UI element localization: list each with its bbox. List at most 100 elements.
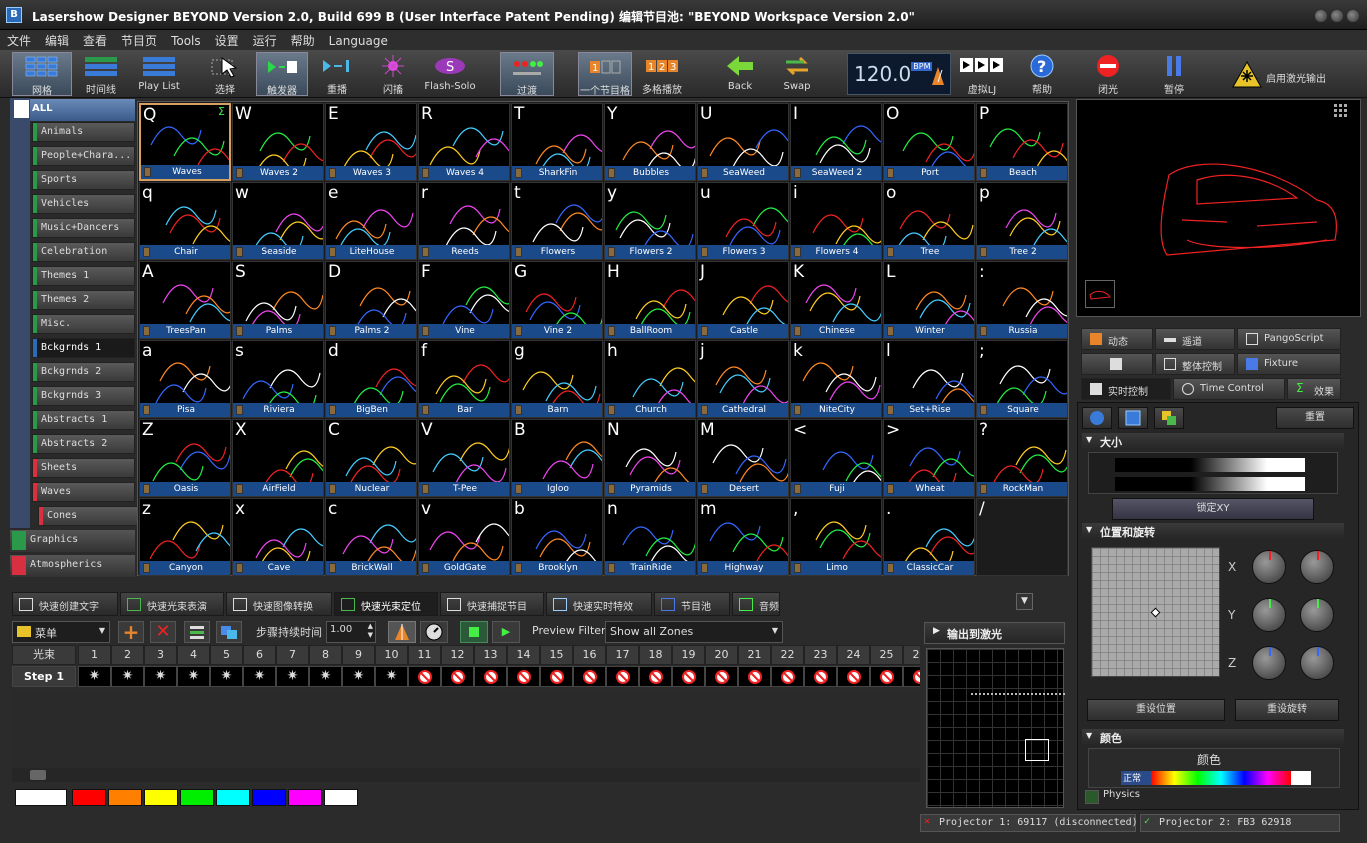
beam-step-cell[interactable] xyxy=(903,666,920,687)
minimize-button[interactable] xyxy=(1315,10,1327,22)
beam-step-cell[interactable] xyxy=(738,666,771,687)
cue-cell[interactable]: z Canyon xyxy=(139,498,231,576)
beam-step-cell[interactable]: ✷ xyxy=(177,666,210,687)
cue-cell[interactable]: < Fuji xyxy=(790,419,882,497)
blackout-button[interactable]: 闭光 xyxy=(1086,52,1130,96)
timer-icon[interactable] xyxy=(420,621,448,643)
playlist-button[interactable]: Play List xyxy=(130,52,188,96)
menu-tools[interactable]: Tools xyxy=(164,32,208,50)
menu-language[interactable]: Language xyxy=(322,32,395,50)
cue-cell[interactable]: T SharkFin xyxy=(511,103,603,181)
fade-button[interactable]: 过渡 xyxy=(500,52,554,97)
cue-cell[interactable]: h Church xyxy=(604,340,696,418)
cue-cell[interactable]: M Desert xyxy=(697,419,789,497)
category-item[interactable]: Animals xyxy=(32,122,135,142)
beam-step-cell[interactable]: ✷ xyxy=(276,666,309,687)
bottom-tab[interactable]: 节目池 xyxy=(654,592,730,616)
tab-document[interactable] xyxy=(1081,353,1153,375)
category-item[interactable]: Abstracts 1 xyxy=(32,410,135,430)
cue-cell[interactable]: E Waves 3 xyxy=(325,103,417,181)
layers-button[interactable] xyxy=(1154,407,1184,429)
category-graphics[interactable]: Graphics xyxy=(10,530,135,552)
size-section-header[interactable]: 大小 xyxy=(1082,433,1344,449)
flash-solo-button[interactable]: S Flash-Solo xyxy=(420,52,480,96)
color-swatch[interactable] xyxy=(108,789,142,806)
close-button[interactable] xyxy=(1347,10,1359,22)
category-item[interactable]: Waves xyxy=(32,482,135,502)
projector-1-status[interactable]: ✕ Projector 1: 69117 (disconnected) xyxy=(920,814,1138,832)
position-rotation-header[interactable]: 位置和旋转 xyxy=(1082,523,1344,539)
color-swatch[interactable] xyxy=(144,789,178,806)
step-duration-input[interactable]: 1.00 ▲ ▼ xyxy=(326,621,376,643)
cue-cell[interactable]: , Limo xyxy=(790,498,882,576)
cue-cell[interactable]: U SeaWeed xyxy=(697,103,789,181)
bottom-tab[interactable]: 音频 xyxy=(732,592,780,616)
cue-cell[interactable]: q Chair xyxy=(139,182,231,260)
beam-step-cell[interactable] xyxy=(705,666,738,687)
beam-step-cell[interactable]: ✷ xyxy=(111,666,144,687)
enable-laser-button[interactable]: 启用激光输出 xyxy=(1230,52,1340,96)
cue-cell[interactable]: d BigBen xyxy=(325,340,417,418)
beam-step-cell[interactable] xyxy=(606,666,639,687)
swap-button[interactable]: Swap xyxy=(774,52,820,96)
cue-cell[interactable]: L Winter xyxy=(883,261,975,339)
beam-step-cell[interactable] xyxy=(804,666,837,687)
menu-run[interactable]: 运行 xyxy=(246,30,284,51)
cue-cell[interactable]: F Vine xyxy=(418,261,510,339)
cue-cell[interactable]: / xyxy=(976,498,1068,576)
category-item[interactable]: Themes 1 xyxy=(32,266,135,286)
beam-step-cell[interactable]: ✷ xyxy=(243,666,276,687)
z-position-knob[interactable] xyxy=(1252,646,1286,680)
cue-cell[interactable]: N Pyramids xyxy=(604,419,696,497)
back-button[interactable]: Back xyxy=(716,52,764,96)
color-swatch[interactable] xyxy=(252,789,286,806)
bottom-tab[interactable]: 快速实时特效 xyxy=(546,592,652,616)
preview-filter-select[interactable]: Show all Zones ▼ xyxy=(605,621,783,643)
cue-cell[interactable]: D Palms 2 xyxy=(325,261,417,339)
multi-cue-button[interactable]: 123 多格播放 xyxy=(636,52,688,96)
cue-cell[interactable]: ? RockMan xyxy=(976,419,1068,497)
category-item[interactable]: Bckgrnds 3 xyxy=(32,386,135,406)
size-slider-x[interactable] xyxy=(1115,458,1305,472)
tab-effects[interactable]: Σ 效果 xyxy=(1287,378,1341,400)
cue-cell[interactable]: o Tree xyxy=(883,182,975,260)
cue-cell[interactable]: u Flowers 3 xyxy=(697,182,789,260)
cue-cell[interactable]: O Port xyxy=(883,103,975,181)
copy-icon[interactable] xyxy=(216,621,242,643)
cue-cell[interactable]: K Chinese xyxy=(790,261,882,339)
cue-cell[interactable]: e LiteHouse xyxy=(325,182,417,260)
tab-channel[interactable]: 遥道 xyxy=(1155,328,1235,350)
beam-step-cell[interactable] xyxy=(474,666,507,687)
grid-view-button[interactable]: 网格 xyxy=(12,52,72,97)
pause-button[interactable]: 暂停 xyxy=(1152,52,1196,96)
category-item[interactable]: Abstracts 2 xyxy=(32,434,135,454)
cue-cell[interactable]: P Beach xyxy=(976,103,1068,181)
color-spectrum-slider[interactable] xyxy=(1151,771,1291,785)
cue-cell[interactable]: R Waves 4 xyxy=(418,103,510,181)
horizontal-scrollbar[interactable] xyxy=(12,768,920,782)
replay-button[interactable]: 重播 xyxy=(312,52,362,96)
lock-xy-button[interactable]: 锁定XY xyxy=(1112,498,1314,520)
cue-cell[interactable]: s Riviera xyxy=(232,340,324,418)
category-item[interactable]: Misc. xyxy=(32,314,135,334)
white-color-cell[interactable] xyxy=(1291,771,1311,785)
beam-step-cell[interactable] xyxy=(837,666,870,687)
cue-cell[interactable]: Z Oasis xyxy=(139,419,231,497)
beam-step-cell[interactable] xyxy=(408,666,441,687)
y-position-knob[interactable] xyxy=(1252,598,1286,632)
y-rotation-knob[interactable] xyxy=(1300,598,1334,632)
cue-cell[interactable]: v GoldGate xyxy=(418,498,510,576)
cue-cell[interactable]: ; Square xyxy=(976,340,1068,418)
bottom-tab[interactable]: 快速图像转换 xyxy=(226,592,332,616)
cone-icon[interactable] xyxy=(388,621,416,643)
category-item[interactable]: People+Chara... xyxy=(32,146,135,166)
beam-step-cell[interactable] xyxy=(771,666,804,687)
bottom-tab[interactable]: 快速光束定位 xyxy=(334,592,438,616)
tab-time-control[interactable]: Time Control xyxy=(1173,378,1285,400)
menu-dropdown[interactable]: 菜单 ▼ xyxy=(12,621,110,643)
menu-edit[interactable]: 编辑 xyxy=(38,30,76,51)
beam-step-cell[interactable] xyxy=(639,666,672,687)
category-item[interactable]: Music+Dancers xyxy=(32,218,135,238)
cue-cell[interactable]: p Tree 2 xyxy=(976,182,1068,260)
cue-cell[interactable]: g Barn xyxy=(511,340,603,418)
